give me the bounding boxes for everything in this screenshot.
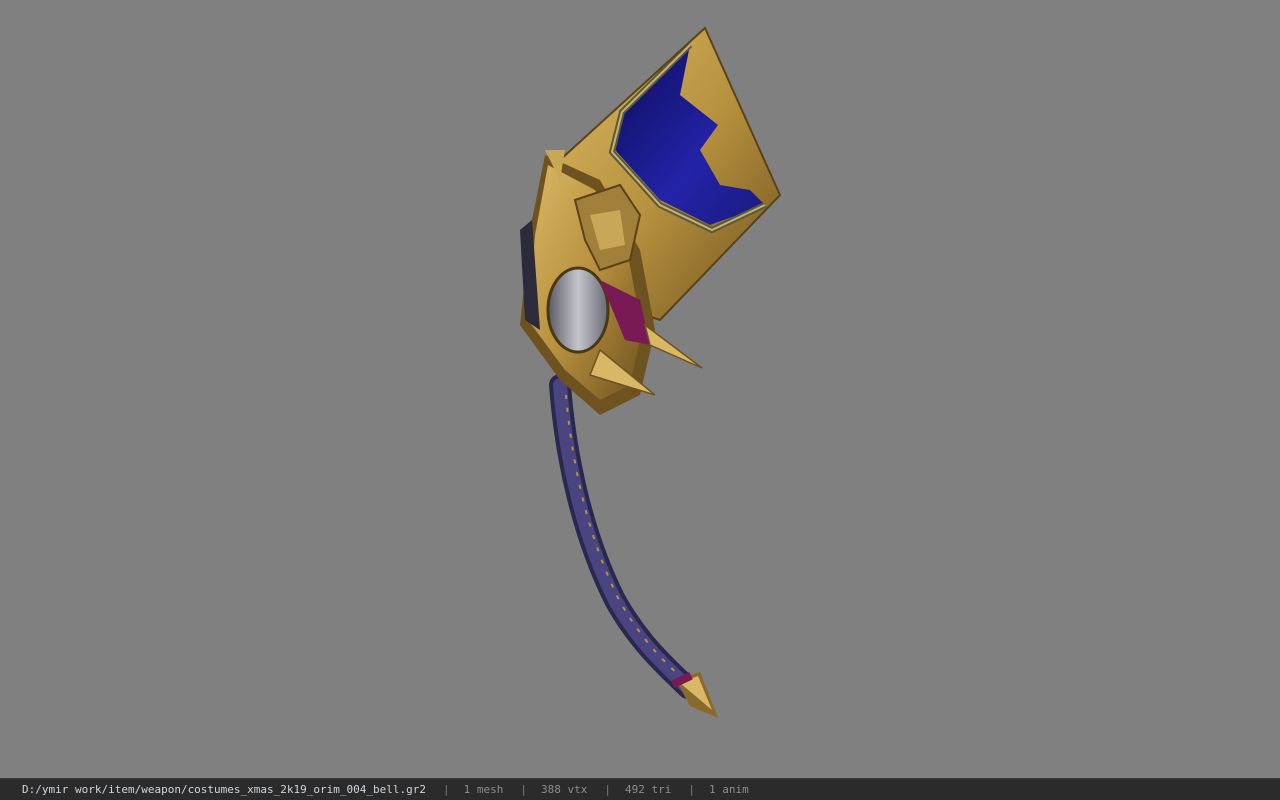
mesh-count: 1 mesh: [463, 783, 504, 796]
vertex-count: 388 vtx: [540, 783, 588, 796]
file-path-label: D:/ymir work/item/weapon/costumes_xmas_2…: [22, 783, 426, 796]
separator: |: [604, 783, 611, 796]
separator: |: [442, 783, 450, 796]
animation-count: 1 anim: [708, 783, 749, 796]
weapon-pommel: [671, 672, 718, 718]
status-bar: D:/ymir work/item/weapon/costumes_xmas_2…: [0, 778, 1280, 800]
triangle-count: 492 tri: [624, 783, 672, 796]
3d-viewport[interactable]: [0, 0, 1280, 778]
weapon-shaft: [549, 374, 699, 699]
separator: |: [520, 783, 527, 796]
separator: |: [688, 783, 695, 796]
weapon-model-render[interactable]: [0, 0, 1280, 778]
